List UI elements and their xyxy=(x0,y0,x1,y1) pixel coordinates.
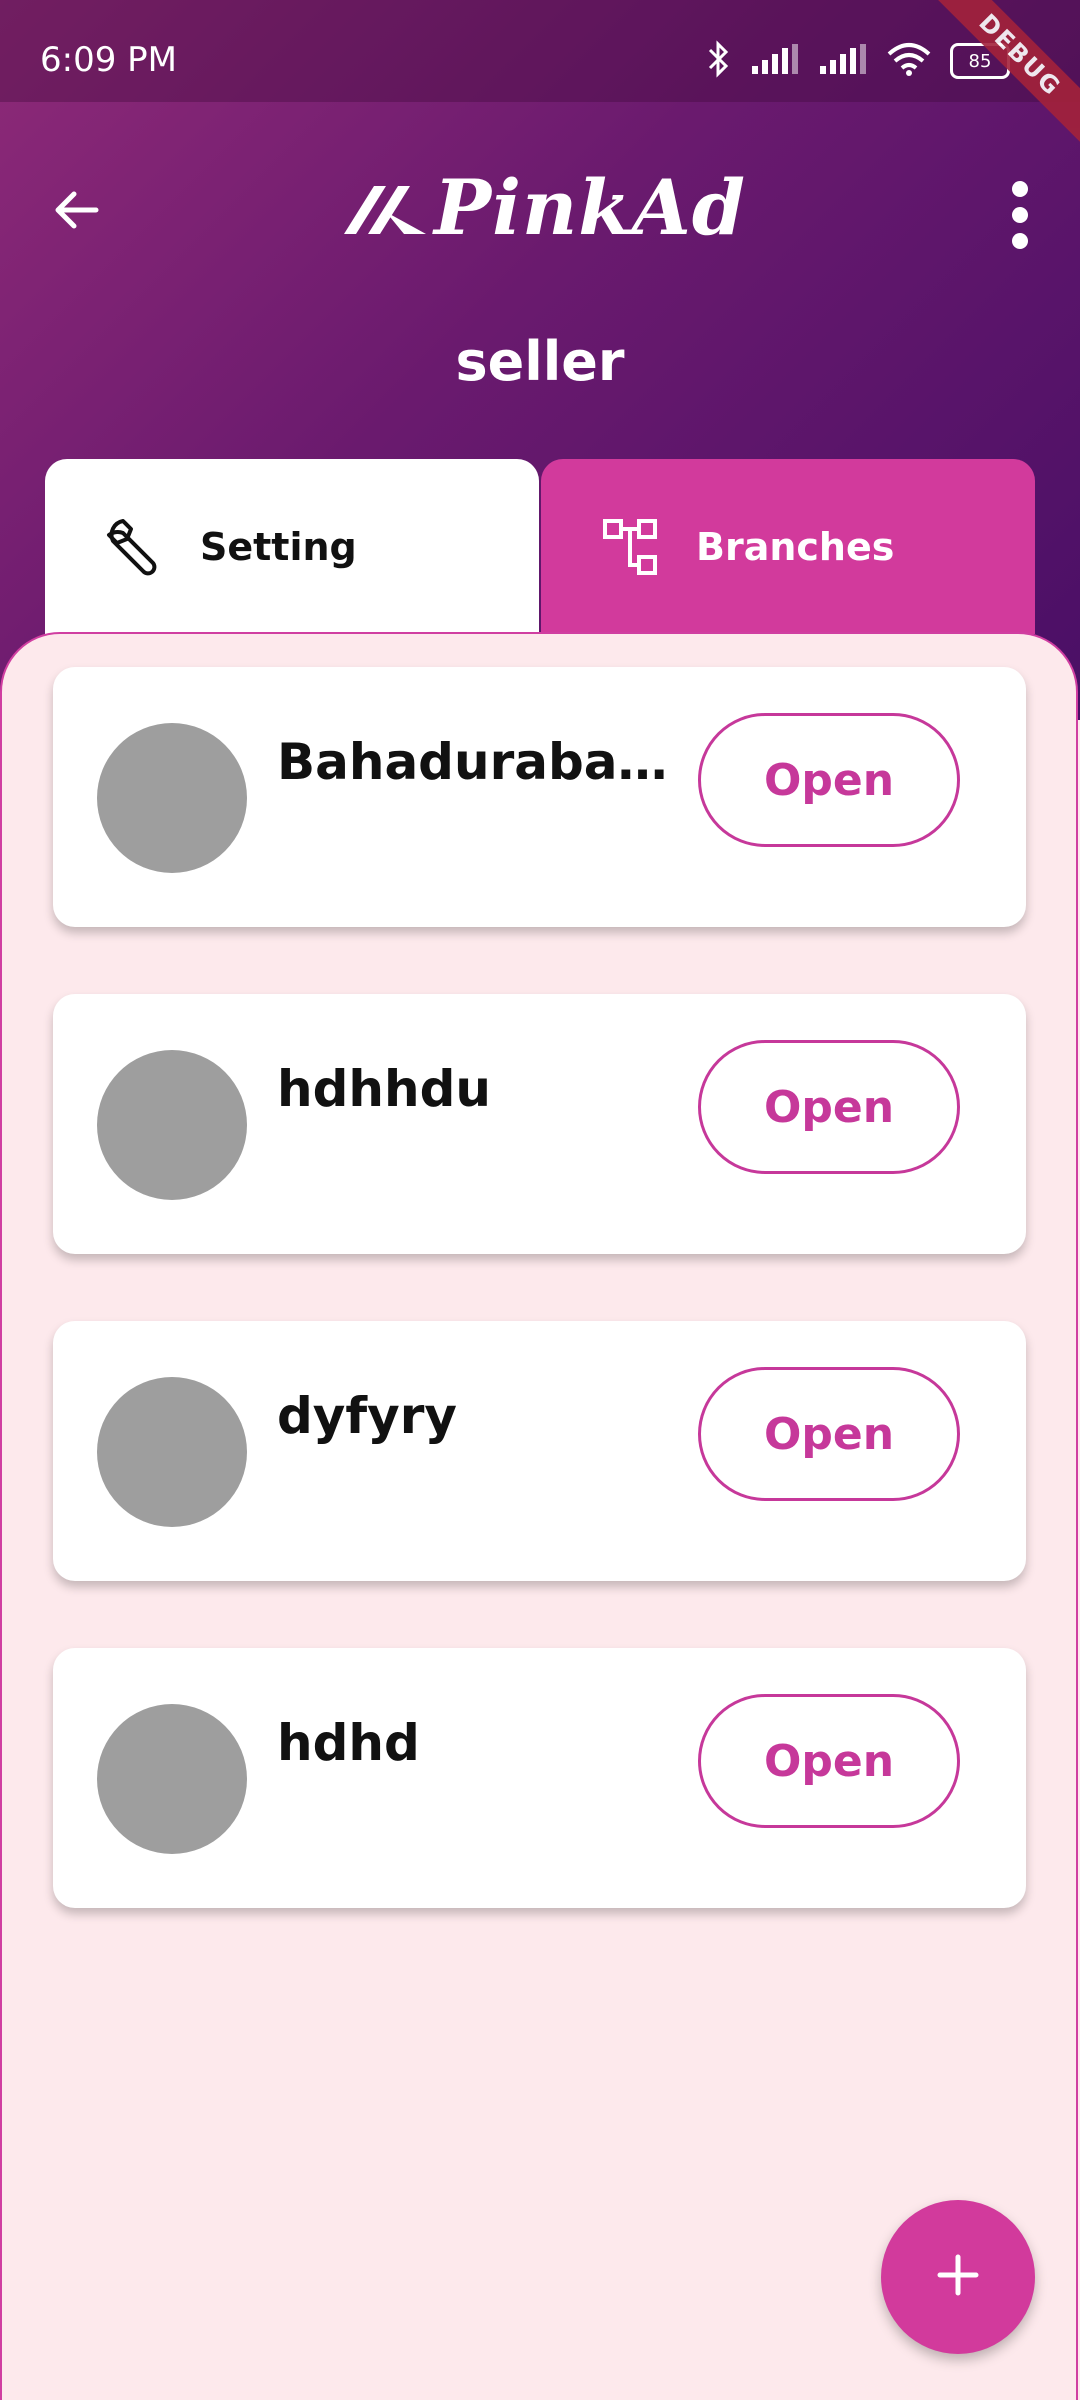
avatar xyxy=(97,1050,247,1200)
more-dot xyxy=(1012,233,1028,249)
branch-name: dyfyry xyxy=(277,1387,457,1445)
branch-name: hdhhdu xyxy=(277,1060,491,1118)
wifi-icon xyxy=(886,42,932,80)
page-title: seller xyxy=(455,330,625,393)
list-item: Bahadurabad Branch Open xyxy=(53,667,1026,927)
tab-branches[interactable]: Branches xyxy=(541,459,1035,634)
status-time: 6:09 PM xyxy=(40,40,177,80)
open-button[interactable]: Open xyxy=(698,1367,960,1501)
tab-setting[interactable]: Setting xyxy=(45,459,539,634)
wrench-icon xyxy=(100,512,170,582)
avatar xyxy=(97,1704,247,1854)
avatar xyxy=(97,1377,247,1527)
signal-icon xyxy=(750,42,800,80)
open-button[interactable]: Open xyxy=(698,1694,960,1828)
list-item: dyfyry Open xyxy=(53,1321,1026,1581)
branch-name: hdhd xyxy=(277,1714,420,1772)
add-branch-button[interactable] xyxy=(881,2200,1035,2354)
logo-mark-icon xyxy=(343,186,426,234)
battery-level: 85 xyxy=(968,50,992,72)
list-item: hdhd Open xyxy=(53,1648,1026,1908)
branch-name: Bahadurabad Branch xyxy=(277,733,687,791)
logo-text: PinkAd xyxy=(433,162,747,252)
bluetooth-icon xyxy=(706,40,732,82)
open-button[interactable]: Open xyxy=(698,713,960,847)
arrow-left-icon xyxy=(52,190,100,234)
avatar xyxy=(97,723,247,873)
status-bar: 6:09 PM 85 xyxy=(0,0,1080,102)
plus-icon xyxy=(934,2251,982,2303)
more-menu-button[interactable] xyxy=(990,170,1050,260)
signal-icon xyxy=(818,42,868,80)
status-icons: 85 xyxy=(706,40,1010,82)
hierarchy-icon xyxy=(596,512,666,582)
more-vertical-icon xyxy=(1012,181,1028,197)
app-logo: PinkAd xyxy=(320,162,760,252)
more-dot xyxy=(1012,207,1028,223)
list-item: hdhhdu Open xyxy=(53,994,1026,1254)
open-button[interactable]: Open xyxy=(698,1040,960,1174)
tab-setting-label: Setting xyxy=(200,524,357,569)
tab-branches-label: Branches xyxy=(696,524,895,569)
back-button[interactable] xyxy=(44,180,108,244)
